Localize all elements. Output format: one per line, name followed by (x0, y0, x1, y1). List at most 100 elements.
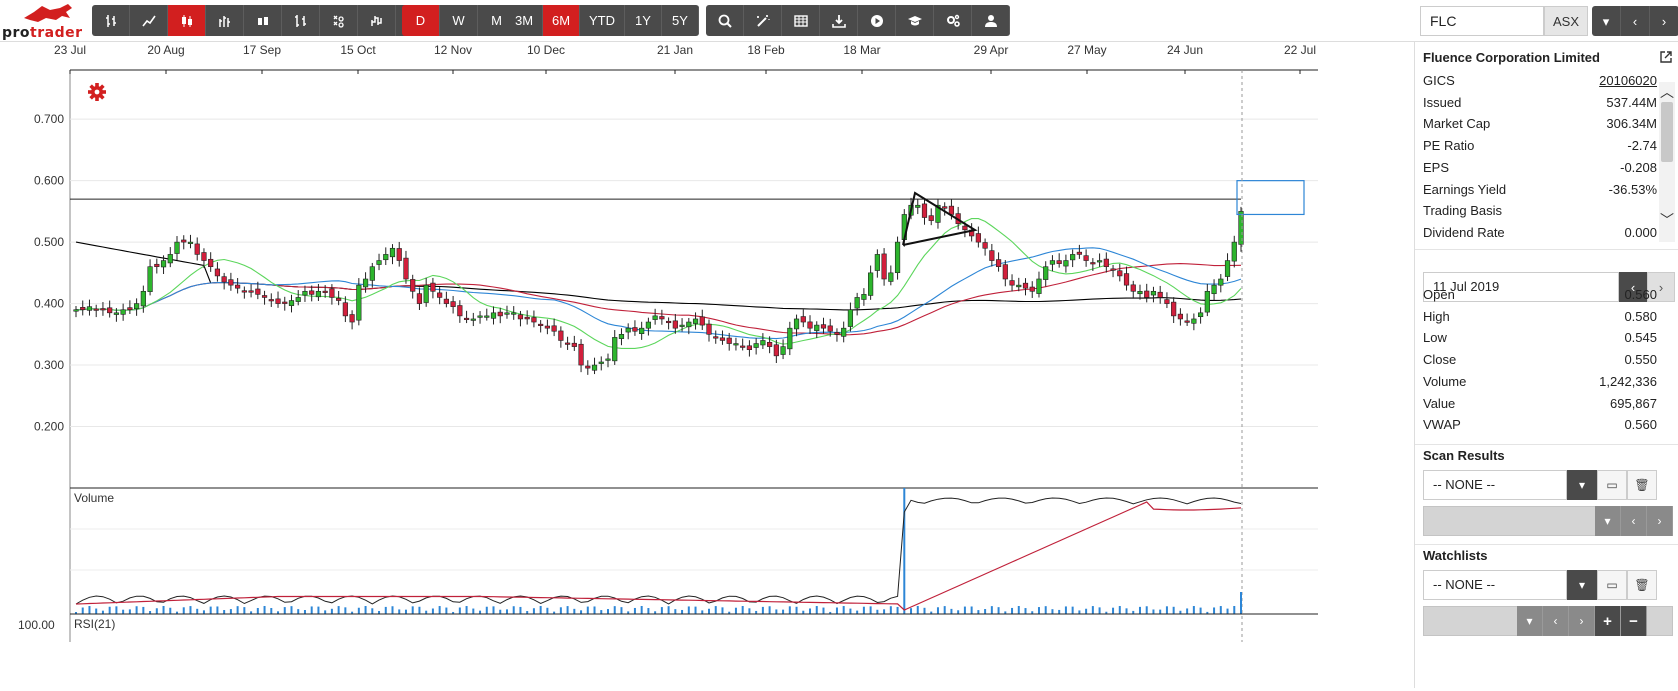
candle-body[interactable] (194, 243, 200, 255)
candle-body[interactable] (228, 279, 234, 286)
price-highlight-box[interactable] (1236, 180, 1305, 216)
candle-body[interactable] (672, 320, 678, 329)
candle-body[interactable] (275, 298, 281, 304)
table-button[interactable] (782, 5, 820, 36)
candle-body[interactable] (639, 327, 645, 334)
candle-body[interactable] (255, 288, 261, 295)
candle-body[interactable] (692, 318, 699, 324)
candle-body[interactable] (841, 327, 847, 337)
candle-body[interactable] (807, 321, 813, 329)
candle-body[interactable] (1218, 278, 1224, 286)
candle-body[interactable] (86, 306, 93, 311)
watchlist-list-dropdown-button[interactable]: ▾ (1517, 606, 1543, 636)
candle-body[interactable] (679, 324, 685, 327)
scan-results-select[interactable]: -- NONE -- (1423, 470, 1567, 500)
next-symbol-button[interactable]: › (1650, 6, 1678, 36)
candle-body[interactable] (383, 254, 389, 261)
candle-body[interactable] (511, 312, 517, 315)
candle-body[interactable] (1184, 320, 1190, 323)
candle-body[interactable] (349, 314, 355, 323)
candle-body[interactable] (706, 323, 712, 335)
candle-body[interactable] (201, 252, 207, 261)
scan-list-dropdown-button[interactable]: ▾ (1595, 506, 1621, 536)
candle-body[interactable] (666, 320, 672, 324)
watchlist-prev-button[interactable]: ‹ (1543, 606, 1569, 636)
candle-body[interactable] (410, 279, 416, 292)
candle-body[interactable] (632, 327, 638, 332)
period-6m-button[interactable]: 6M (543, 5, 580, 36)
candle-body[interactable] (517, 314, 524, 320)
candle-body[interactable] (760, 340, 766, 346)
candle-body[interactable] (235, 284, 241, 289)
watchlist-select[interactable]: -- NONE -- (1423, 570, 1567, 600)
symbol-input[interactable]: FLC (1420, 6, 1544, 36)
candle-body[interactable] (1117, 270, 1123, 277)
candle-body[interactable] (538, 323, 544, 326)
candle-body[interactable] (921, 203, 928, 218)
candle-body[interactable] (134, 303, 140, 310)
settings-cogs-button[interactable] (934, 5, 972, 36)
period-3m-button[interactable]: 3M (506, 5, 543, 36)
candle-body[interactable] (834, 332, 840, 335)
watchlist-add-button[interactable]: + (1595, 606, 1621, 636)
candle-body[interactable] (874, 254, 880, 271)
candle-body[interactable] (605, 358, 611, 361)
candle-body[interactable] (787, 327, 793, 350)
candle-body[interactable] (261, 295, 268, 298)
candle-body[interactable] (612, 337, 618, 362)
candle-body[interactable] (1043, 266, 1049, 280)
watchlist-dropdown-button[interactable]: ▾ (1567, 570, 1597, 600)
candle-body[interactable] (336, 297, 342, 301)
candle-body[interactable] (80, 306, 86, 311)
candle-body[interactable] (861, 294, 867, 300)
interval-d-button[interactable]: D (402, 5, 440, 36)
candle-body[interactable] (282, 301, 288, 304)
candle-body[interactable] (699, 316, 705, 326)
candle-body[interactable] (645, 321, 651, 329)
candle-body[interactable] (497, 311, 503, 317)
candle-body[interactable] (847, 309, 854, 327)
candle-body[interactable] (868, 272, 874, 296)
price-chart-area[interactable]: 0.700 0.600 0.500 0.400 0.300 0.200 23 Jul 20 A… (0, 42, 1414, 688)
candle-body[interactable] (396, 248, 402, 261)
candle-body[interactable] (1144, 290, 1150, 298)
candle-body[interactable] (187, 241, 194, 244)
candle-body[interactable] (551, 325, 557, 332)
candle-body[interactable] (1090, 262, 1096, 265)
candle-body[interactable] (376, 260, 382, 265)
candle-body[interactable] (894, 241, 901, 274)
candle-body[interactable] (1204, 290, 1210, 313)
candle-body[interactable] (915, 204, 921, 208)
scan-dropdown-button[interactable]: ▾ (1567, 470, 1597, 500)
candle-body[interactable] (1211, 284, 1217, 295)
candle-body[interactable] (1123, 273, 1130, 286)
candle-body[interactable] (362, 278, 369, 288)
candle-body[interactable] (1022, 282, 1029, 289)
candle-body[interactable] (221, 276, 227, 283)
candle-body[interactable] (1070, 254, 1076, 261)
candle-body[interactable] (302, 290, 308, 296)
candle-body[interactable] (140, 290, 146, 307)
candle-body[interactable] (558, 330, 564, 341)
range-bar-chart-button[interactable] (282, 5, 320, 36)
candle-body[interactable] (248, 290, 254, 293)
candle-body[interactable] (450, 301, 456, 307)
candle-body[interactable] (814, 324, 820, 331)
candle-body[interactable] (430, 282, 436, 292)
chart-settings-gear-icon[interactable] (88, 83, 106, 101)
download-button[interactable] (820, 5, 858, 36)
candle-body[interactable] (713, 336, 719, 339)
candle-body[interactable] (982, 242, 988, 249)
candle-body[interactable] (1231, 241, 1237, 262)
candle-body[interactable] (820, 324, 827, 329)
candle-body[interactable] (214, 268, 221, 277)
candle-body[interactable] (181, 239, 187, 243)
candle-body[interactable] (888, 272, 894, 282)
candle-body[interactable] (827, 325, 833, 332)
candle-body[interactable] (174, 241, 180, 254)
candle-body[interactable] (1009, 280, 1015, 286)
line-chart-chart-button[interactable] (130, 5, 168, 36)
chevron-up-icon[interactable]: ︿ (1659, 84, 1675, 100)
candle-body[interactable] (1056, 260, 1062, 264)
candle-body[interactable] (767, 341, 773, 347)
